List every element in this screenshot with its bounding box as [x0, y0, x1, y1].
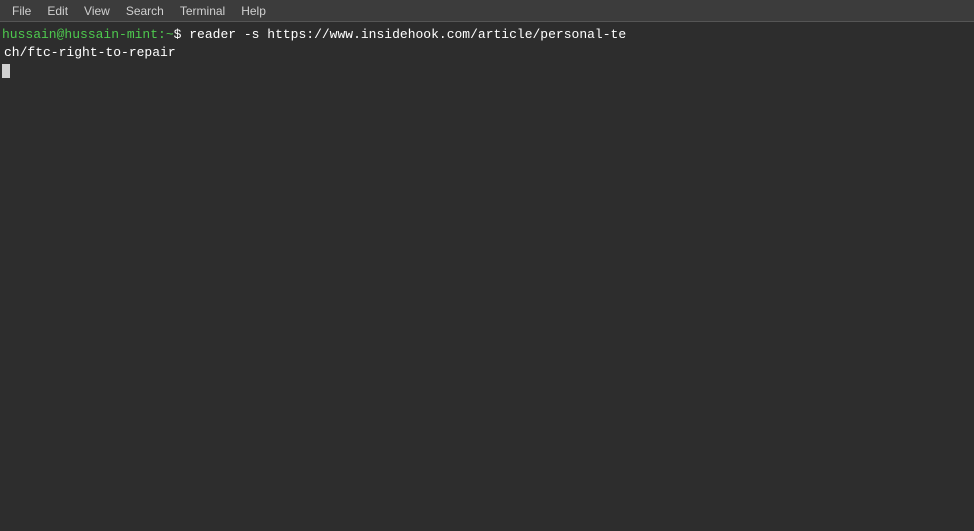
prompt-symbol: $ — [174, 26, 182, 44]
terminal-command-line2: ch/ftc-right-to-repair — [4, 44, 176, 62]
menu-terminal[interactable]: Terminal — [172, 2, 233, 20]
menu-view[interactable]: View — [76, 2, 118, 20]
terminal-body[interactable]: hussain@hussain-mint:~$ reader -s https:… — [0, 22, 974, 531]
terminal-cursor — [2, 64, 10, 78]
terminal-line-1: hussain@hussain-mint:~$ reader -s https:… — [2, 26, 972, 44]
menu-help[interactable]: Help — [233, 2, 274, 20]
terminal-line-2: ch/ftc-right-to-repair — [2, 44, 972, 62]
prompt-user: hussain@hussain-mint — [2, 26, 158, 44]
prompt-path: :~ — [158, 26, 174, 44]
menu-search[interactable]: Search — [118, 2, 172, 20]
terminal-cursor-line — [2, 62, 972, 78]
menu-bar: File Edit View Search Terminal Help — [0, 0, 974, 22]
menu-file[interactable]: File — [4, 2, 39, 20]
terminal-command-line1: reader -s https://www.insidehook.com/art… — [181, 26, 626, 44]
menu-edit[interactable]: Edit — [39, 2, 76, 20]
